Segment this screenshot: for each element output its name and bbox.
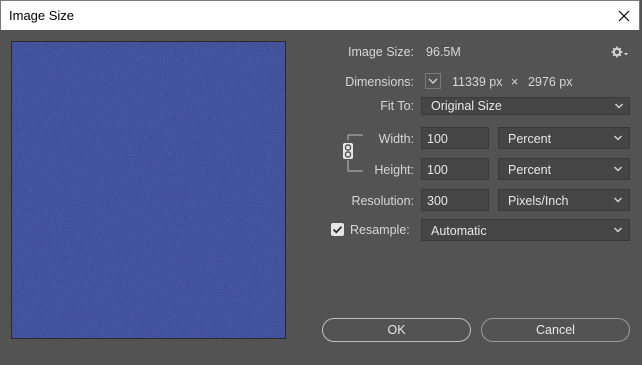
title-bar: Image Size [0, 0, 640, 30]
resample-label: Resample: [350, 223, 410, 237]
fit-to-value: Original Size [431, 99, 502, 113]
chevron-down-icon [428, 78, 438, 84]
chevron-down-icon [614, 197, 622, 203]
dimensions-height: 2976 px [528, 75, 573, 89]
dimensions-label: Dimensions: [345, 75, 414, 89]
height-unit-select[interactable]: Percent [498, 158, 630, 180]
width-unit-value: Percent [508, 132, 552, 146]
resample-select[interactable]: Automatic [421, 219, 630, 241]
close-icon [618, 10, 630, 21]
chevron-down-icon [614, 166, 622, 172]
height-unit-value: Percent [508, 163, 552, 177]
fit-to-select[interactable]: Original Size [421, 97, 630, 115]
resolution-unit-select[interactable]: Pixels/Inch [498, 189, 630, 211]
width-input[interactable]: 100 [421, 127, 489, 149]
chevron-down-icon [614, 227, 622, 233]
checkmark-icon [332, 226, 343, 234]
height-label: Height: [374, 163, 414, 177]
ok-button[interactable]: OK [322, 318, 471, 342]
width-label: Width: [378, 132, 414, 146]
height-input[interactable]: 100 [421, 158, 489, 180]
dimensions-width: 11339 px [452, 75, 503, 89]
preview-noise [12, 42, 285, 338]
fit-to-label: Fit To: [380, 99, 414, 113]
chevron-down-icon [615, 103, 623, 109]
gear-icon [611, 46, 628, 58]
chevron-down-icon [614, 135, 622, 141]
cancel-button[interactable]: Cancel [481, 318, 630, 342]
image-size-label: Image Size: [347, 45, 414, 59]
dimensions-times: × [511, 75, 519, 89]
image-size-value: 96.5M [426, 45, 461, 59]
close-button[interactable] [609, 1, 639, 30]
width-unit-select[interactable]: Percent [498, 127, 630, 149]
image-preview[interactable] [11, 41, 286, 339]
settings-menu-button[interactable] [611, 45, 629, 59]
resolution-input[interactable]: 300 [421, 189, 489, 211]
resample-checkbox[interactable] [331, 223, 344, 236]
resample-value: Automatic [431, 224, 487, 238]
resolution-label: Resolution: [351, 194, 414, 208]
window-title: Image Size [9, 8, 75, 23]
resolution-unit-value: Pixels/Inch [508, 194, 569, 208]
dimensions-units-toggle[interactable] [425, 73, 441, 89]
